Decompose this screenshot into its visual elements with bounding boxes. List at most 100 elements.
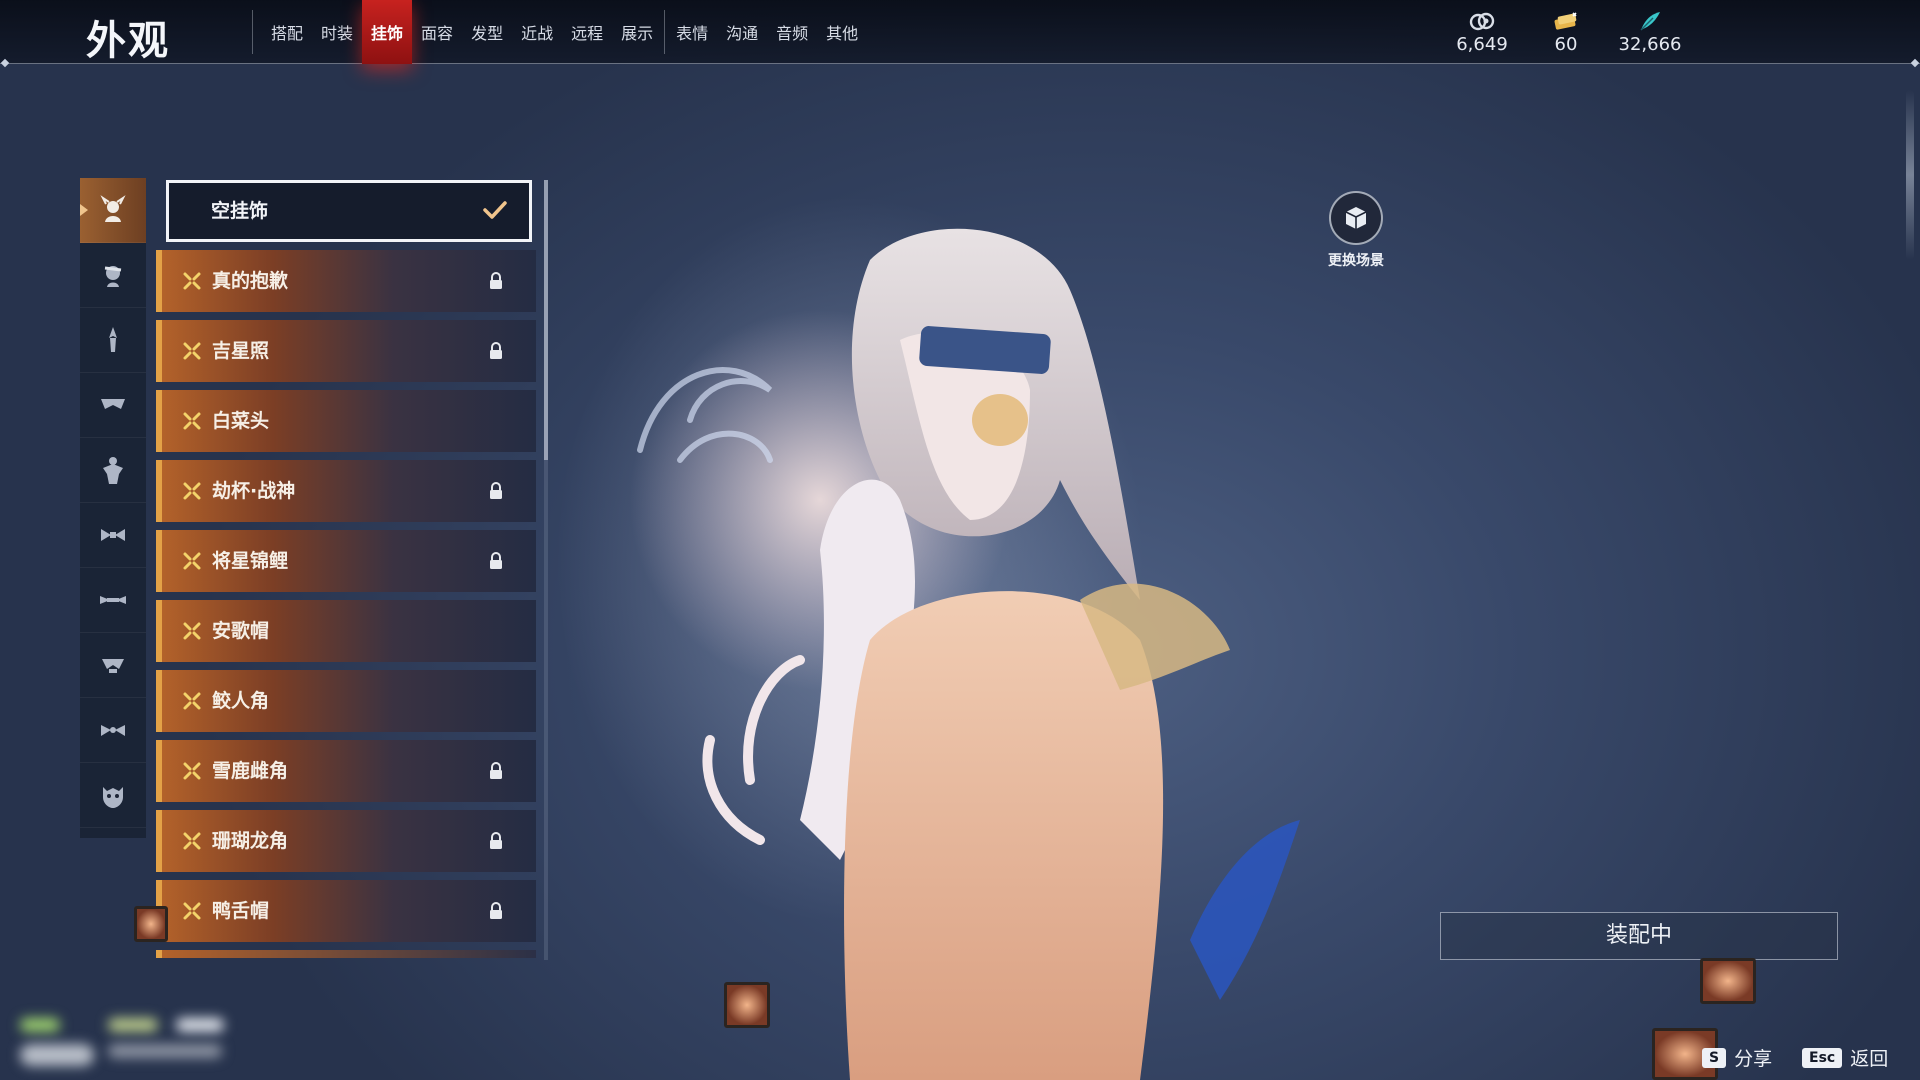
lock-icon	[490, 832, 502, 849]
currency-bar: 6,649 60 32,666	[1440, 10, 1692, 55]
active-slot-pointer	[80, 204, 88, 216]
change-scene-button[interactable]	[1329, 191, 1383, 245]
item-label: 珊瑚龙角	[212, 830, 289, 852]
tab-fashion[interactable]: 时装	[312, 0, 362, 64]
back-ornament-icon	[109, 327, 117, 352]
rarity-icon	[183, 762, 201, 780]
lantern-decoration	[724, 982, 770, 1028]
lock-icon	[490, 342, 502, 359]
list-item[interactable]: 白菜头	[156, 390, 536, 452]
accessory-slot-column	[80, 178, 146, 838]
list-item[interactable]: 真的抱歉	[156, 250, 536, 312]
tab-other[interactable]: 其他	[817, 0, 867, 64]
cape-icon	[103, 457, 123, 484]
rarity-icon	[183, 272, 201, 290]
item-label: 白菜头	[212, 410, 270, 432]
edge-decoration	[1906, 90, 1914, 260]
tab-communication[interactable]: 沟通	[717, 0, 767, 64]
rarity-icon	[183, 482, 201, 500]
head-accessory-icon	[100, 195, 126, 222]
rarity-icon	[183, 552, 201, 570]
slot-shoulder[interactable]	[80, 373, 146, 438]
lock-icon	[490, 272, 502, 289]
change-scene-label: 更换场景	[1328, 253, 1384, 269]
tab-ranged[interactable]: 远程	[562, 0, 612, 64]
tab-melee[interactable]: 近战	[512, 0, 562, 64]
currency-coin: 6,649	[1440, 10, 1524, 55]
back-hint[interactable]: Esc 返回	[1802, 1044, 1888, 1071]
list-scrollbar-thumb[interactable]	[544, 180, 548, 460]
shoulder-icon	[101, 399, 125, 409]
currency-ticket-value: 60	[1554, 34, 1578, 55]
list-item[interactable]: 鲛人角	[156, 670, 536, 732]
feather-icon	[1640, 12, 1660, 31]
blurred-overlay	[108, 1044, 222, 1058]
item-label: 空挂饰	[211, 200, 269, 222]
item-label: 吉星照	[212, 340, 270, 362]
page-title: 外观	[86, 18, 170, 64]
equip-button[interactable]: 装配中	[1440, 912, 1838, 960]
slot-waist[interactable]	[80, 503, 146, 568]
list-item[interactable]: 鸭舌帽	[156, 880, 536, 942]
ankle-icon	[101, 725, 125, 736]
item-label: 真的抱歉	[212, 270, 289, 292]
list-item[interactable]: 安歌帽	[156, 600, 536, 662]
list-item[interactable]: 空挂饰	[156, 180, 536, 242]
list-item[interactable]: 劫杯·战神	[156, 460, 536, 522]
checkmark-icon	[483, 201, 507, 219]
rarity-icon	[183, 832, 201, 850]
list-item[interactable]: 珊瑚龙角	[156, 810, 536, 872]
share-label: 分享	[1734, 1048, 1773, 1070]
slot-head-accessory[interactable]	[80, 178, 146, 243]
lock-icon	[490, 552, 502, 569]
character-model	[630, 228, 1300, 1080]
share-key: S	[1702, 1047, 1727, 1068]
title-separator	[252, 10, 253, 54]
tab-display[interactable]: 展示	[612, 0, 662, 64]
lantern-decoration	[134, 906, 168, 942]
rarity-icon	[183, 692, 201, 710]
lock-icon	[490, 482, 502, 499]
list-item[interactable]: 吉星照	[156, 320, 536, 382]
mask-icon	[103, 787, 123, 808]
currency-ticket: 60	[1524, 10, 1608, 55]
hip-icon	[100, 596, 126, 604]
blurred-overlay	[108, 1018, 158, 1032]
category-tabs: 搭配 时装 挂饰 面容 发型 近战 远程 展示 表情 沟通 音频 其他	[262, 0, 867, 64]
slot-leg[interactable]	[80, 633, 146, 698]
tab-divider	[664, 10, 666, 54]
slot-face-accessory[interactable]	[80, 243, 146, 308]
blurred-overlay	[20, 1044, 94, 1066]
rarity-icon	[183, 412, 201, 430]
lock-icon	[490, 762, 502, 779]
list-item-partial	[156, 950, 536, 958]
list-item[interactable]: 雪鹿雌角	[156, 740, 536, 802]
currency-feather: 32,666	[1608, 10, 1692, 55]
ticket-icon	[1554, 12, 1577, 30]
coin-icon	[1469, 12, 1495, 31]
slot-mask[interactable]	[80, 763, 146, 828]
currency-feather-value: 32,666	[1618, 34, 1682, 55]
slot-cape[interactable]	[80, 438, 146, 503]
tab-outfit[interactable]: 搭配	[262, 0, 312, 64]
slot-hip[interactable]	[80, 568, 146, 633]
list-item[interactable]: 将星锦鲤	[156, 530, 536, 592]
lantern-decoration	[1700, 958, 1756, 1004]
waist-icon	[101, 529, 125, 541]
share-hint[interactable]: S 分享	[1702, 1044, 1772, 1071]
slot-back-ornament[interactable]	[80, 308, 146, 373]
slot-ankle[interactable]	[80, 698, 146, 763]
tab-emote[interactable]: 表情	[667, 0, 717, 64]
blurred-overlay	[176, 1018, 224, 1032]
rarity-icon	[183, 902, 201, 920]
blurred-overlay	[20, 1018, 60, 1032]
tab-face[interactable]: 面容	[412, 0, 462, 64]
leg-icon	[102, 659, 124, 673]
item-label: 鲛人角	[212, 690, 270, 712]
face-accessory-icon	[104, 266, 122, 287]
item-label: 将星锦鲤	[212, 550, 289, 572]
tab-accessory[interactable]: 挂饰	[362, 0, 413, 64]
rarity-icon	[183, 342, 201, 360]
tab-hairstyle[interactable]: 发型	[462, 0, 512, 64]
tab-audio[interactable]: 音频	[767, 0, 817, 64]
